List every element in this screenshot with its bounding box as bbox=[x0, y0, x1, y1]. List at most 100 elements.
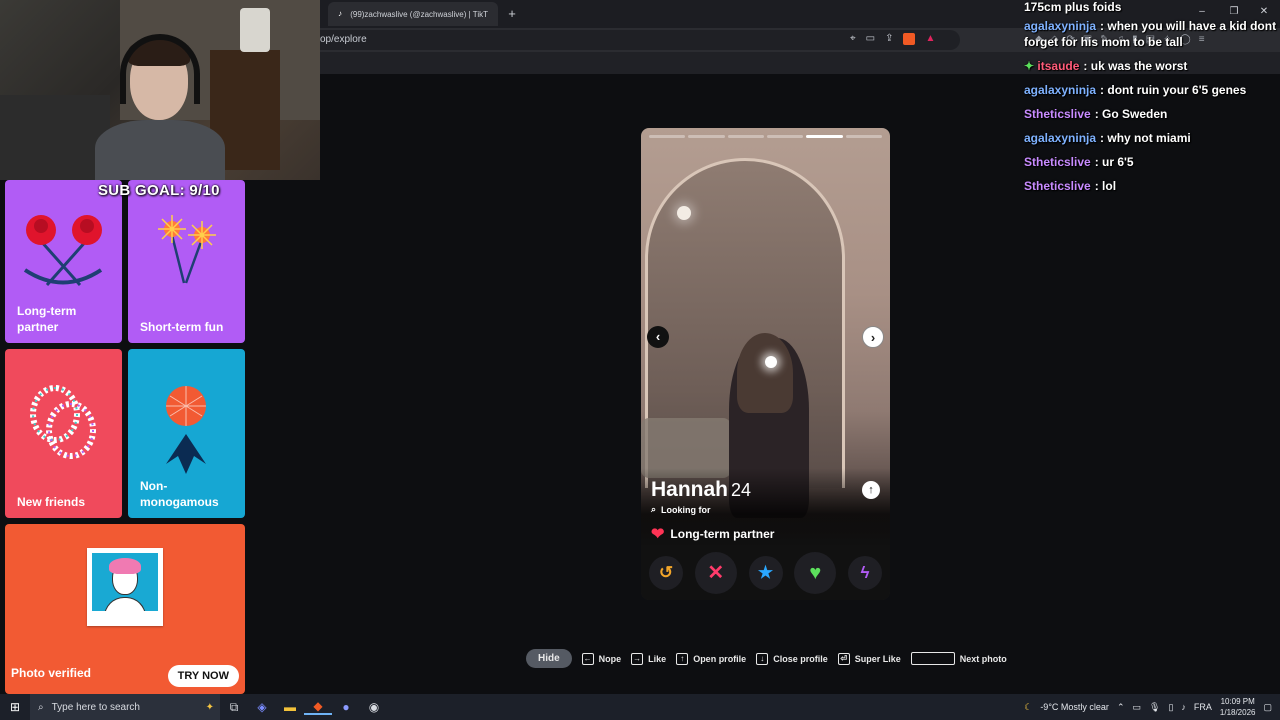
tile-label: Photo verified bbox=[11, 666, 92, 680]
roses-icon bbox=[23, 215, 103, 286]
weather-icon: ☾ bbox=[1024, 701, 1033, 712]
up-arrow-key-icon: ↑ bbox=[676, 652, 689, 665]
browser-tab[interactable]: ♪ (99)zachwaslive (@zachwaslive) | TikT bbox=[328, 2, 498, 26]
keyboard-hints: Hide ← Nope → Like ↑ Open profile ↓ Close pr… bbox=[526, 649, 1007, 668]
tile-photo-verified[interactable]: Photo verified TRY NOW bbox=[5, 524, 245, 694]
profile-age: 24 bbox=[731, 480, 752, 500]
webcam-jar bbox=[240, 8, 270, 52]
space-key-icon bbox=[910, 652, 955, 665]
copilot-icon[interactable]: ◈ bbox=[248, 700, 276, 714]
sparklers-icon bbox=[158, 215, 216, 284]
tile-new-friends[interactable]: New friends bbox=[5, 349, 122, 518]
nope-button[interactable]: ✕ bbox=[694, 552, 737, 594]
hint-next-photo: Next photo bbox=[910, 652, 1007, 665]
headset bbox=[120, 34, 200, 104]
avatar-body bbox=[104, 597, 146, 611]
brave-browser-icon[interactable]: ◆ bbox=[304, 699, 332, 715]
tab-title: (99)zachwaslive (@zachwaslive) | TikT bbox=[350, 9, 488, 19]
boost-button[interactable]: ϟ bbox=[848, 556, 882, 590]
looking-for-value-row: ❤ Long-term partner bbox=[651, 524, 774, 544]
chat-text: : Go Sweden bbox=[1094, 107, 1168, 121]
taskbar-search[interactable]: ⌕ Type here to search ✦ bbox=[30, 694, 220, 720]
tile-long-term-partner[interactable]: Long-term partner bbox=[5, 180, 122, 343]
previous-photo-button[interactable]: ‹ bbox=[647, 326, 669, 348]
chat-username: Stheticslive bbox=[1024, 155, 1091, 169]
new-tab-button[interactable]: + bbox=[502, 4, 522, 24]
tile-label: New friends bbox=[17, 495, 86, 509]
rewind-button[interactable]: ↺ bbox=[649, 556, 683, 590]
hint-label: Open profile bbox=[693, 653, 747, 664]
lightning-icon: ϟ bbox=[860, 563, 870, 582]
hint-label: Like bbox=[648, 653, 667, 664]
tile-label: Long-term partner bbox=[17, 304, 77, 334]
action-buttons: ↺ ✕ ★ ♥ ϟ bbox=[649, 552, 882, 594]
chat-text: : dont ruin your 6'5 genes bbox=[1100, 83, 1247, 97]
share-icon[interactable]: ⇪ bbox=[885, 33, 893, 45]
tile-label: Non-monogamous bbox=[140, 479, 219, 509]
photo-progress-segment[interactable] bbox=[845, 135, 882, 138]
file-explorer-icon[interactable]: ▬ bbox=[276, 700, 304, 714]
tiktok-icon: ♪ bbox=[338, 9, 342, 18]
chat-username: agalaxyninja bbox=[1024, 131, 1097, 145]
photo-progress-segment[interactable] bbox=[727, 135, 764, 138]
webcam-feed bbox=[0, 0, 320, 180]
try-now-button[interactable]: TRY NOW bbox=[167, 665, 239, 687]
friendship-bracelets-icon bbox=[30, 385, 96, 459]
hide-hints-button[interactable]: Hide bbox=[526, 649, 572, 668]
stream-chat-overlay: 175cm plus foids agalaxyninja: when you … bbox=[1024, 0, 1280, 198]
close-icon: ✕ bbox=[707, 562, 725, 584]
task-view-icon[interactable]: ⧉ bbox=[220, 700, 248, 715]
tile-non-monogamous[interactable]: Non-monogamous bbox=[128, 349, 245, 518]
desktop-icon[interactable]: ▭ bbox=[866, 33, 875, 45]
open-profile-icon[interactable]: ↑ bbox=[862, 481, 880, 499]
notification-icon[interactable]: ▢ bbox=[1263, 702, 1272, 713]
brave-rewards-icon[interactable]: ▲ bbox=[925, 33, 935, 45]
looking-for-label: Looking for bbox=[661, 504, 711, 515]
photo-progress-segment[interactable] bbox=[688, 135, 725, 138]
like-button[interactable]: ♥ bbox=[794, 552, 837, 594]
discord-icon[interactable]: ● bbox=[332, 700, 360, 714]
next-photo-button[interactable]: › bbox=[862, 326, 884, 348]
location-icon[interactable]: ⌖ bbox=[850, 33, 856, 45]
clock[interactable]: 10:09 PM 1/18/2026 bbox=[1220, 696, 1256, 718]
volume-icon[interactable]: ♪ bbox=[1181, 702, 1186, 712]
hint-label: Nope bbox=[598, 653, 622, 664]
super-like-button[interactable]: ★ bbox=[748, 556, 783, 590]
weather-text[interactable]: -9°C Mostly clear bbox=[1040, 702, 1109, 712]
search-highlight-icon: ✦ bbox=[205, 701, 214, 713]
photo-progress-segment[interactable] bbox=[806, 135, 843, 138]
network-icon[interactable]: ▭ bbox=[1132, 702, 1141, 713]
system-tray: ☾ -9°C Mostly clear ⌃ ▭ 🎙 ▯ ♪ FRA 10:09 … bbox=[1024, 694, 1272, 720]
verified-polaroid-icon bbox=[87, 548, 163, 626]
address-actions: ⌖ ▭ ⇪ ▲ bbox=[850, 33, 935, 45]
right-arrow-key-icon: → bbox=[631, 652, 644, 665]
language-indicator[interactable]: FRA bbox=[1194, 702, 1212, 712]
looking-for-value: Long-term partner bbox=[670, 527, 775, 541]
hint-open-profile: ↑ Open profile bbox=[676, 652, 747, 665]
chat-username: agalaxyninja bbox=[1024, 19, 1097, 33]
windows-taskbar: ⊞ ⌕ Type here to search ✦ ⧉ ◈ ▬ ◆ ● ◉ ☾ … bbox=[0, 694, 1280, 720]
chat-message: agalaxyninja: why not miami bbox=[1024, 126, 1280, 150]
photo-progress bbox=[649, 135, 882, 138]
tile-short-term-fun[interactable]: Short-term fun bbox=[128, 180, 245, 343]
microphone-icon[interactable]: 🎙 bbox=[1149, 702, 1160, 713]
chat-text: : ur 6'5 bbox=[1094, 155, 1134, 169]
chat-text: : why not miami bbox=[1100, 131, 1191, 145]
photo-progress-segment[interactable] bbox=[766, 135, 804, 138]
rewind-icon: ↺ bbox=[658, 563, 674, 582]
pineapple-icon bbox=[166, 386, 206, 474]
brave-shield-icon[interactable] bbox=[903, 33, 916, 45]
obs-icon[interactable]: ◉ bbox=[360, 700, 388, 714]
chat-text: : lol bbox=[1094, 179, 1117, 193]
chat-username: itsaude bbox=[1037, 59, 1080, 73]
hint-super-like: ⏎ Super Like bbox=[837, 652, 901, 665]
streamer-body bbox=[95, 120, 225, 180]
chevron-up-icon[interactable]: ⌃ bbox=[1117, 702, 1125, 713]
photo-progress-segment[interactable] bbox=[649, 135, 686, 138]
lamp-light bbox=[677, 206, 691, 220]
battery-icon[interactable]: ▯ bbox=[1168, 702, 1173, 713]
left-arrow-key-icon: ← bbox=[581, 652, 594, 665]
profile-card[interactable]: ‹ › Hannah 24 ↑ ⌕ Looking for ❤ Long-term… bbox=[641, 128, 890, 600]
windows-start-icon[interactable]: ⊞ bbox=[0, 700, 30, 714]
hint-label: Super Like bbox=[854, 653, 901, 664]
